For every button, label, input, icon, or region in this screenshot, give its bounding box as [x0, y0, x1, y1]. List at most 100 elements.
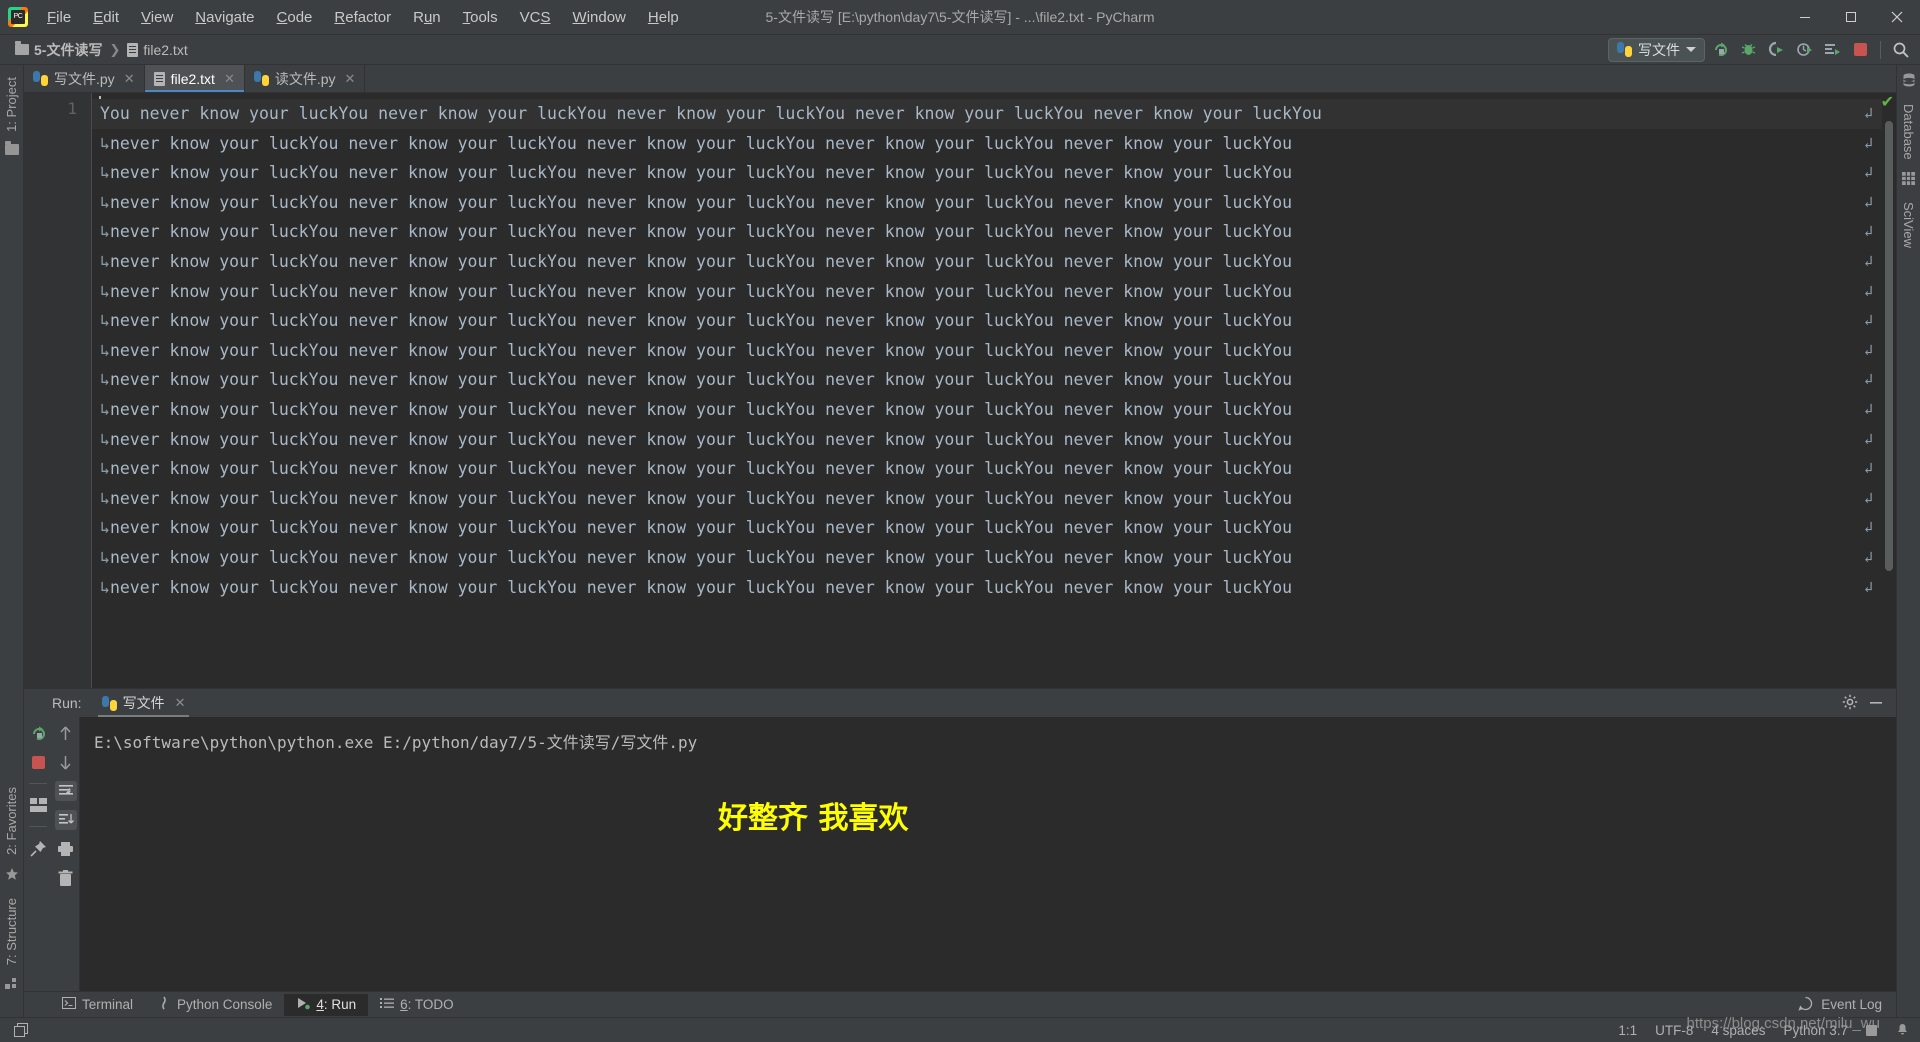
- scroll-up-button[interactable]: [55, 723, 77, 743]
- menu-run[interactable]: Run: [402, 6, 452, 29]
- run-configuration-selector[interactable]: 写文件: [1608, 37, 1705, 62]
- run-panel-header: Run: 写文件 ✕: [24, 689, 1896, 718]
- menu-file[interactable]: File: [36, 6, 82, 29]
- maximize-button[interactable]: [1828, 0, 1874, 34]
- tool-window-bar: Terminal Python Console 4: Run 6: TODO E…: [24, 991, 1896, 1017]
- window-controls: [1782, 0, 1920, 34]
- close-icon[interactable]: ✕: [224, 71, 235, 87]
- soft-wrap-button[interactable]: [54, 781, 77, 801]
- editor-line-wrapped: ↳never know your luckYou never know your…: [100, 311, 1293, 331]
- rerun-button[interactable]: [1707, 38, 1733, 62]
- sidebar-item-favorites[interactable]: 2: Favorites: [0, 779, 23, 863]
- editor-line-wrapped: ↳never know your luckYou never know your…: [100, 281, 1293, 301]
- check-mark-icon: ✔: [1880, 94, 1894, 111]
- gear-icon[interactable]: [1842, 694, 1858, 713]
- search-everywhere-button[interactable]: [1888, 38, 1914, 62]
- breadcrumb-item-file[interactable]: file2.txt: [122, 40, 192, 60]
- print-button[interactable]: [55, 839, 77, 859]
- rerun-button[interactable]: [27, 723, 49, 743]
- wrap-indicator-icon: ↳: [100, 488, 110, 508]
- close-button[interactable]: [1874, 0, 1920, 34]
- minimize-icon[interactable]: [1868, 694, 1884, 713]
- menu-tools[interactable]: Tools: [452, 6, 509, 29]
- wrap-arrow-icon: ↲: [1864, 281, 1874, 300]
- left-tool-strip: 1: Project 2: Favorites 7: Structure: [0, 65, 24, 1017]
- toggle-sidebar-button[interactable]: [10, 1023, 32, 1037]
- menu-window[interactable]: Window: [562, 6, 637, 29]
- wrap-arrow-icon: ↲: [1864, 459, 1874, 478]
- sidebar-item-database[interactable]: Database: [1897, 96, 1920, 168]
- sidebar-item-project[interactable]: 1: Project: [0, 69, 23, 140]
- python-console-icon: [157, 996, 171, 1013]
- run-console-output[interactable]: E:\software\python\python.exe E:/python/…: [80, 717, 1896, 991]
- run-session-tab[interactable]: 写文件 ✕: [94, 690, 194, 718]
- layout-button[interactable]: [27, 795, 49, 815]
- editor-tab-duwenjian[interactable]: 读文件.py ✕: [245, 65, 366, 92]
- wrap-indicator-icon: ↳: [100, 429, 110, 449]
- caret-position[interactable]: 1:1: [1618, 1023, 1637, 1038]
- database-icon: [1902, 73, 1916, 92]
- run-right-toolbar: [52, 717, 80, 991]
- line-number-gutter: 1: [24, 93, 92, 688]
- python-run-icon: [101, 695, 117, 711]
- bottom-tab-label: Terminal: [82, 997, 134, 1012]
- editor-scrollbar[interactable]: ✔: [1880, 93, 1896, 688]
- editor-line-wrapped: ↳never know your luckYou never know your…: [100, 429, 1293, 449]
- scroll-to-end-button[interactable]: [54, 810, 77, 830]
- coverage-button[interactable]: [1763, 38, 1789, 62]
- wrap-arrow-icon: ↲: [1864, 577, 1874, 596]
- clear-all-button[interactable]: [55, 868, 77, 888]
- pin-tab-button[interactable]: [27, 838, 49, 858]
- menu-edit[interactable]: Edit: [82, 6, 130, 29]
- run-panel-label: Run:: [52, 695, 82, 711]
- sidebar-item-structure[interactable]: 7: Structure: [0, 890, 23, 973]
- editor-tab-file2[interactable]: file2.txt ✕: [144, 65, 245, 92]
- file-encoding[interactable]: UTF-8: [1655, 1023, 1693, 1038]
- close-icon[interactable]: ✕: [175, 695, 186, 711]
- close-icon[interactable]: ✕: [124, 71, 135, 87]
- wrap-arrow-icon: ↲: [1864, 222, 1874, 241]
- editor-line-wrapped: ↳never know your luckYou never know your…: [100, 222, 1293, 242]
- editor-line-wrapped: ↳never know your luckYou never know your…: [100, 459, 1293, 479]
- editor-tab-label: 读文件.py: [274, 70, 336, 87]
- run-triangle-icon: [296, 997, 311, 1013]
- editor-line-wrapped: ↳never know your luckYou never know your…: [100, 163, 1293, 183]
- menu-help[interactable]: Help: [637, 6, 690, 29]
- python-file-icon: [33, 71, 48, 86]
- bottom-tab-terminal[interactable]: Terminal: [50, 994, 145, 1015]
- minimize-button[interactable]: [1782, 0, 1828, 34]
- sidebar-item-sciview[interactable]: SciView: [1897, 194, 1920, 256]
- editor-tab-xiewenjian[interactable]: 写文件.py ✕: [24, 65, 145, 92]
- bottom-tab-run[interactable]: 4: Run: [284, 993, 369, 1016]
- wrap-arrow-icon: ↲: [1864, 518, 1874, 537]
- run-left-toolbar: [24, 717, 52, 991]
- bottom-tab-python-console[interactable]: Python Console: [145, 993, 284, 1016]
- event-log-area[interactable]: Event Log: [1798, 996, 1896, 1014]
- readonly-lock-icon[interactable]: [1866, 1024, 1877, 1036]
- python-interpreter[interactable]: Python 3.7: [1783, 1023, 1848, 1038]
- close-icon[interactable]: ✕: [345, 71, 356, 87]
- menu-code[interactable]: Code: [266, 6, 324, 29]
- wrap-indicator-icon: ↳: [100, 577, 110, 597]
- menu-vcs[interactable]: VCS: [509, 6, 562, 29]
- menu-refactor[interactable]: Refactor: [323, 6, 402, 29]
- wrap-arrow-icon: ↲: [1864, 163, 1874, 182]
- menu-view[interactable]: View: [130, 6, 184, 29]
- profile-button[interactable]: [1791, 38, 1817, 62]
- debug-button[interactable]: [1735, 38, 1761, 62]
- bottom-tab-todo[interactable]: 6: TODO: [368, 994, 466, 1015]
- indent-setting[interactable]: 4 spaces: [1711, 1023, 1765, 1038]
- concurrency-diagram-button[interactable]: [1819, 38, 1845, 62]
- breadcrumb-item-project[interactable]: 5-文件读写: [10, 38, 107, 62]
- wrap-arrow-column: ↲ ↲ ↲ ↲ ↲ ↲ ↲ ↲ ↲ ↲ ↲ ↲ ↲ ↲ ↲ ↲ ↲: [1864, 99, 1880, 602]
- stop-button[interactable]: [1847, 38, 1873, 62]
- menu-navigate[interactable]: Navigate: [184, 6, 265, 29]
- python-file-icon: [253, 71, 269, 86]
- scroll-down-button[interactable]: [55, 752, 77, 772]
- scrollbar-thumb[interactable]: [1885, 121, 1893, 571]
- notification-icon[interactable]: [1895, 1021, 1910, 1039]
- code-content[interactable]: You never know your luckYou never know y…: [92, 93, 1882, 688]
- wrap-arrow-icon: ↲: [1864, 370, 1874, 389]
- stop-button[interactable]: [27, 752, 49, 772]
- editor[interactable]: 1 You never know your luckYou never know…: [24, 93, 1896, 688]
